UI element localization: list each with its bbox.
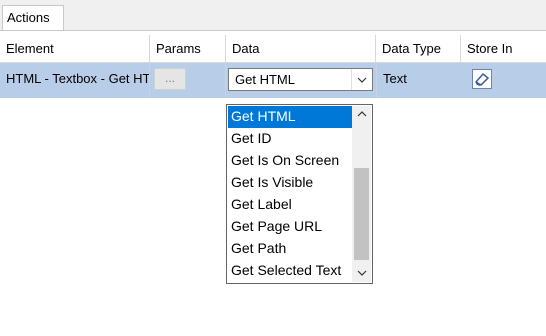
dropdown-option[interactable]: Get Is Visible [228,172,353,194]
column-header-data-type[interactable]: Data Type [376,35,461,63]
dropdown-option[interactable]: Get Is On Screen [228,150,353,172]
dropdown-option[interactable]: Get Path [228,238,353,260]
dropdown-option[interactable]: Get Page URL [228,216,353,238]
column-header-data[interactable]: Data [226,35,376,63]
data-dropdown-list[interactable]: Get HTML Get ID Get Is On Screen Get Is … [226,104,373,284]
data-select-value: Get HTML [235,72,295,87]
column-header-element[interactable]: Element [0,35,150,63]
chevron-down-icon[interactable] [352,265,371,282]
params-button[interactable]: ... [154,68,186,90]
scrollbar-thumb[interactable] [354,168,369,260]
eraser-icon[interactable] [472,69,492,89]
dropdown-option[interactable]: Get HTML [228,106,353,128]
chevron-up-icon[interactable] [352,106,371,123]
dropdown-option[interactable]: Get ID [228,128,353,150]
element-cell[interactable]: HTML - Textbox - Get HTML [0,63,150,98]
data-select[interactable]: Get HTML [228,68,373,91]
dropdown-option[interactable]: Get Label [228,194,353,216]
dropdown-scrollbar[interactable] [352,106,371,282]
table-row[interactable]: HTML - Textbox - Get HTML ... Get HTML T… [0,63,546,98]
tab-actions[interactable]: Actions [2,5,64,31]
column-header-store-in[interactable]: Store In [461,35,546,63]
dropdown-option[interactable]: Get Selected Text [228,260,353,282]
column-header-params[interactable]: Params [150,35,226,63]
chevron-down-icon[interactable] [351,69,372,90]
data-type-cell[interactable]: Text [376,63,461,98]
